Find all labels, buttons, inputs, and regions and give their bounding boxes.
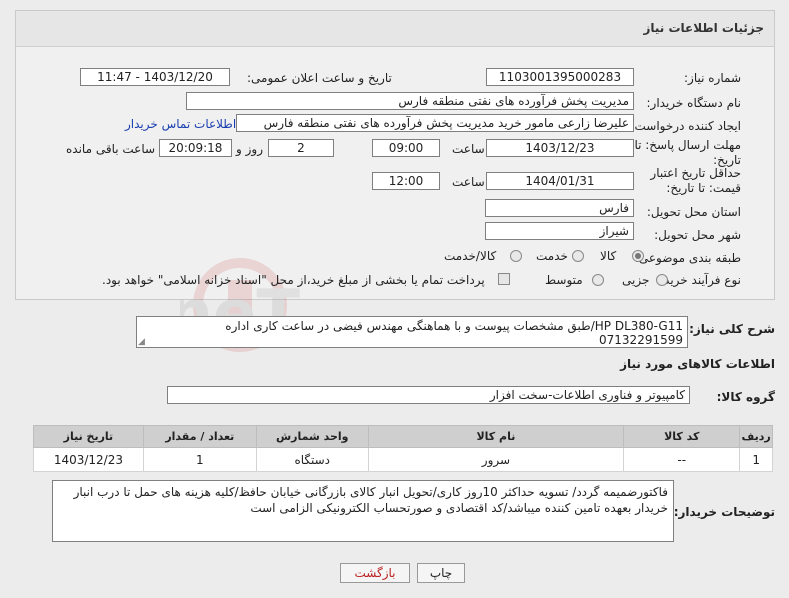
- need-number-field: 1103001395000283: [486, 68, 634, 86]
- goods-group-field: کامپیوتر و فناوری اطلاعات-سخت افزار: [167, 386, 690, 404]
- days-field: 2: [268, 139, 334, 157]
- category-both-radio[interactable]: [510, 250, 522, 262]
- province-label: استان محل تحویل:: [646, 205, 741, 219]
- creator-field: علیرضا زارعی مامور خرید مدیریت پخش فرآور…: [236, 114, 634, 132]
- validity-date-field: 1404/01/31: [486, 172, 634, 190]
- category-goods-radio[interactable]: [632, 250, 644, 262]
- panel-header: جزئیات اطلاعات نیاز: [16, 11, 774, 47]
- buyer-org-field: مدیریت پخش فرآورده های نفتی منطقه فارس: [186, 92, 634, 110]
- buyer-contact-link[interactable]: اطلاعات تماس خریدار: [125, 117, 236, 131]
- buyer-notes-text: فاکتورضمیمه گردد/ تسویه حداکثر 10روز کار…: [73, 485, 668, 515]
- print-button[interactable]: چاپ: [417, 563, 465, 583]
- process-medium-radio[interactable]: [592, 274, 604, 286]
- days-label: روز و: [236, 142, 263, 156]
- category-goods-label: کالا: [600, 249, 617, 263]
- deadline-date-field: 1403/12/23: [486, 139, 634, 157]
- goods-table: ردیف کد کالا نام کالا واحد شمارش تعداد /…: [33, 425, 773, 472]
- watermark-logo: AriaTender.neT: [180, 258, 300, 352]
- goods-info-title: اطلاعات کالاهای مورد نیاز: [620, 357, 775, 371]
- col-unit: واحد شمارش: [255, 425, 369, 448]
- table-row: 1 -- سرور دستگاه 1 1403/12/23: [33, 447, 773, 472]
- remaining-label: ساعت باقی مانده: [66, 142, 156, 156]
- treasury-payment-checkbox[interactable]: [498, 273, 510, 285]
- cell-code: --: [623, 447, 741, 472]
- validity-time-label: ساعت: [452, 175, 485, 189]
- cell-unit: دستگاه: [255, 447, 369, 472]
- cell-qty: 1: [142, 447, 257, 472]
- deadline-time-label: ساعت: [452, 142, 485, 156]
- panel-title: جزئیات اطلاعات نیاز: [643, 21, 764, 35]
- table-header-row: ردیف کد کالا نام کالا واحد شمارش تعداد /…: [33, 425, 773, 448]
- remaining-time-field: 20:09:18: [159, 139, 232, 157]
- province-field: فارس: [485, 199, 634, 217]
- description-textarea: HP DL380-G11/طبق مشخصات پیوست و با هماهن…: [136, 316, 688, 348]
- col-row: ردیف: [739, 425, 773, 448]
- cell-name: سرور: [367, 447, 625, 472]
- back-button[interactable]: بازگشت: [340, 563, 410, 583]
- col-code: کد کالا: [623, 425, 741, 448]
- goods-group-label: گروه کالا:: [716, 390, 775, 404]
- buyer-org-label: نام دستگاه خریدار:: [646, 96, 742, 110]
- resize-handle-icon[interactable]: ◢: [138, 337, 145, 347]
- deadline-label: مهلت ارسال پاسخ: تا تاریخ:: [634, 138, 741, 167]
- category-label: طبقه بندی موضوعی:: [634, 251, 741, 265]
- validity-time-field: 12:00: [372, 172, 440, 190]
- treasury-payment-note: پرداخت تمام یا بخشی از مبلغ خرید،از محل …: [102, 273, 485, 287]
- buyer-notes-label: توضیحات خریدار:: [673, 505, 775, 519]
- col-qty: تعداد / مقدار: [142, 425, 257, 448]
- deadline-time-field: 09:00: [372, 139, 440, 157]
- col-date: تاریخ نیاز: [33, 425, 144, 448]
- process-minor-radio[interactable]: [656, 274, 668, 286]
- cell-row: 1: [739, 447, 773, 472]
- category-service-radio[interactable]: [572, 250, 584, 262]
- process-medium-label: متوسط: [545, 273, 583, 287]
- city-label: شهر محل تحویل:: [654, 228, 741, 242]
- announce-label: تاریخ و ساعت اعلان عمومی:: [247, 71, 392, 85]
- col-name: نام کالا: [367, 425, 625, 448]
- category-both-label: کالا/خدمت: [444, 249, 497, 263]
- need-number-label: شماره نیاز:: [684, 71, 741, 85]
- process-minor-label: جزیی: [622, 273, 650, 287]
- category-service-label: خدمت: [536, 249, 568, 263]
- buyer-notes-textarea: فاکتورضمیمه گردد/ تسویه حداکثر 10روز کار…: [52, 480, 674, 542]
- creator-label: ایجاد کننده درخواست:: [630, 119, 741, 133]
- cell-date: 1403/12/23: [33, 447, 144, 472]
- description-label: شرح کلی نیاز:: [689, 322, 775, 336]
- validity-label: حداقل تاریخ اعتبار قیمت: تا تاریخ:: [650, 166, 741, 195]
- announce-field: 1403/12/20 - 11:47: [80, 68, 230, 86]
- process-label: نوع فرآیند خرید :: [656, 273, 741, 287]
- description-text: HP DL380-G11/طبق مشخصات پیوست و با هماهن…: [225, 319, 683, 347]
- city-field: شیراز: [485, 222, 634, 240]
